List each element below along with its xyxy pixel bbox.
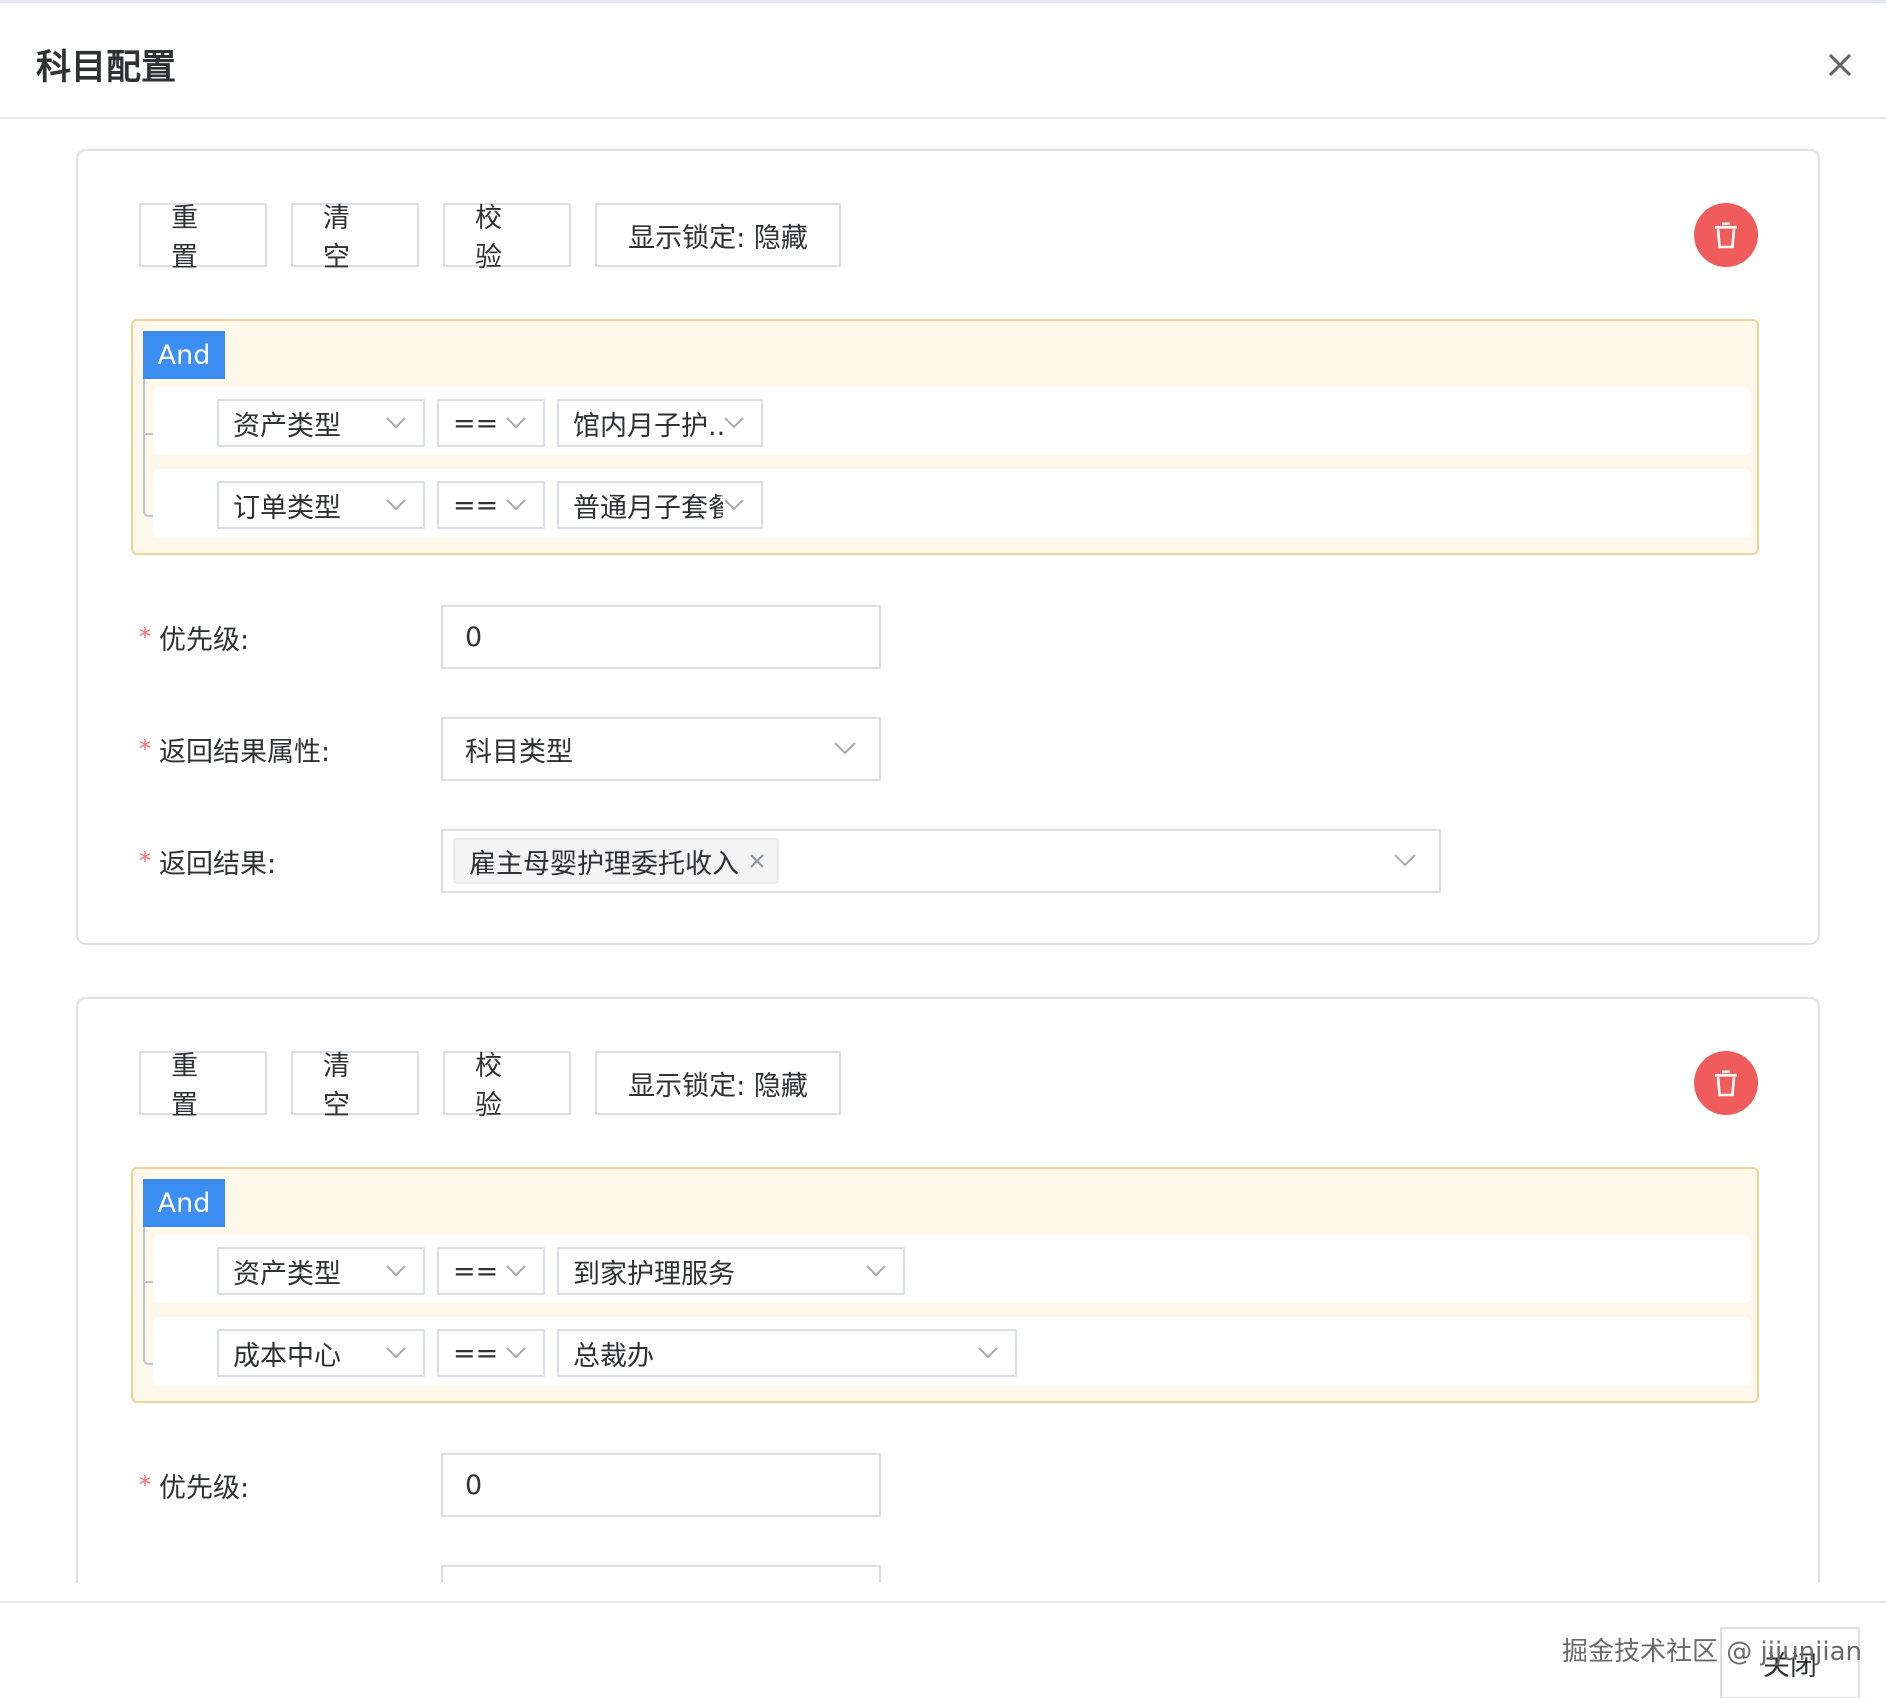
priority-input-value: 0 bbox=[465, 1469, 483, 1501]
dialog-title: 科目配置 bbox=[36, 48, 177, 88]
chevron-down-icon bbox=[506, 499, 526, 511]
operator-select[interactable]: == bbox=[437, 1247, 545, 1295]
condition-group: And 资产类型 == 到家护理服务 成本中心 == 总裁办 bbox=[131, 1167, 1759, 1403]
chevron-down-icon bbox=[866, 1265, 886, 1277]
value-select[interactable]: 馆内月子护... bbox=[557, 399, 763, 447]
field-select[interactable]: 成本中心 bbox=[217, 1329, 425, 1377]
condition-group: And 资产类型 == 馆内月子护... 订单类型 == 普通月子套餐 bbox=[131, 319, 1759, 555]
result-attr-row: * 返回结果属性: 科目类型 bbox=[139, 717, 881, 781]
result-tag: 雇主母婴护理委托收入 bbox=[453, 838, 779, 884]
lock-toggle-button[interactable]: 显示锁定: 隐藏 bbox=[595, 1051, 841, 1115]
operator-select-value: == bbox=[453, 489, 499, 521]
logic-and-tag[interactable]: And bbox=[143, 331, 225, 379]
dialog-body[interactable]: 重置 清空 校验 显示锁定: 隐藏 And 资产类型 == 馆内月子护... 订… bbox=[0, 121, 1886, 1583]
dialog-header: 科目配置 bbox=[0, 3, 1886, 119]
operator-select-value: == bbox=[453, 1255, 499, 1287]
chevron-down-icon bbox=[1394, 854, 1416, 867]
field-select-value: 资产类型 bbox=[233, 410, 341, 442]
chevron-down-icon bbox=[386, 1347, 406, 1359]
card-toolbar: 重置 清空 校验 显示锁定: 隐藏 bbox=[139, 1051, 841, 1121]
trash-icon bbox=[1715, 222, 1737, 249]
condition-row: 成本中心 == 总裁办 bbox=[153, 1317, 1751, 1385]
clear-button[interactable]: 清空 bbox=[291, 1051, 419, 1121]
priority-label: 优先级: bbox=[159, 624, 250, 656]
priority-input[interactable]: 0 bbox=[441, 605, 881, 669]
operator-select[interactable]: == bbox=[437, 481, 545, 529]
chevron-down-icon bbox=[386, 417, 406, 429]
chevron-down-icon bbox=[834, 742, 856, 755]
required-mark: * bbox=[139, 847, 151, 875]
reset-button[interactable]: 重置 bbox=[139, 1051, 267, 1121]
condition-row: 资产类型 == 到家护理服务 bbox=[153, 1235, 1751, 1303]
value-select-value: 普通月子套餐 bbox=[573, 492, 723, 524]
chevron-down-icon bbox=[386, 499, 406, 511]
validate-button[interactable]: 校验 bbox=[443, 203, 571, 273]
condition-row: 资产类型 == 馆内月子护... bbox=[153, 387, 1751, 455]
result-label: 返回结果: bbox=[159, 848, 277, 880]
priority-row: * 优先级: 0 bbox=[139, 605, 881, 669]
value-select-value: 总裁办 bbox=[573, 1340, 654, 1372]
value-select-value: 馆内月子护... bbox=[573, 410, 723, 442]
result-attr-label: 返回结果属性: bbox=[159, 736, 331, 768]
result-tag-label: 雇主母婴护理委托收入 bbox=[469, 848, 739, 880]
rule-card-2: 重置 清空 校验 显示锁定: 隐藏 And 资产类型 == 到家护理服务 成本中… bbox=[76, 997, 1820, 1583]
required-mark: * bbox=[139, 623, 151, 651]
reset-button[interactable]: 重置 bbox=[139, 203, 267, 273]
delete-card-button[interactable] bbox=[1694, 203, 1758, 267]
chevron-down-icon bbox=[506, 1265, 526, 1277]
operator-select[interactable]: == bbox=[437, 399, 545, 447]
required-mark: * bbox=[139, 1471, 151, 1499]
result-row: * 返回结果: 雇主母婴护理委托收入 bbox=[139, 829, 1441, 893]
result-attr-value: 科目类型 bbox=[465, 736, 573, 768]
logic-and-tag[interactable]: And bbox=[143, 1179, 225, 1227]
field-select-value: 成本中心 bbox=[233, 1340, 341, 1372]
field-select[interactable]: 资产类型 bbox=[217, 1247, 425, 1295]
field-select[interactable]: 资产类型 bbox=[217, 399, 425, 447]
delete-card-button[interactable] bbox=[1694, 1051, 1758, 1115]
priority-label: 优先级: bbox=[159, 1472, 250, 1504]
chevron-down-icon bbox=[506, 1347, 526, 1359]
clear-button[interactable]: 清空 bbox=[291, 203, 419, 273]
required-mark: * bbox=[139, 735, 151, 763]
condition-row: 订单类型 == 普通月子套餐 bbox=[153, 469, 1751, 537]
value-select[interactable]: 普通月子套餐 bbox=[557, 481, 763, 529]
operator-select-value: == bbox=[453, 1337, 499, 1369]
validate-button[interactable]: 校验 bbox=[443, 1051, 571, 1121]
tag-close-icon[interactable] bbox=[747, 851, 767, 871]
dialog-footer: 关闭 掘金技术社区 @ jijunjian bbox=[0, 1601, 1886, 1698]
rule-card-1: 重置 清空 校验 显示锁定: 隐藏 And 资产类型 == 馆内月子护... 订… bbox=[76, 149, 1820, 945]
value-select[interactable]: 总裁办 bbox=[557, 1329, 1017, 1377]
config-dialog: 科目配置 重置 清空 校验 显示锁定: 隐藏 And 资产类型 == 馆内月子护… bbox=[0, 0, 1886, 1698]
chevron-down-icon bbox=[506, 417, 526, 429]
operator-select[interactable]: == bbox=[437, 1329, 545, 1377]
field-select[interactable]: 订单类型 bbox=[217, 481, 425, 529]
chevron-down-icon bbox=[724, 417, 744, 429]
value-select-value: 到家护理服务 bbox=[573, 1258, 735, 1290]
lock-toggle-button[interactable]: 显示锁定: 隐藏 bbox=[595, 203, 841, 267]
result-attr-select[interactable] bbox=[441, 1565, 881, 1583]
trash-icon bbox=[1715, 1070, 1737, 1097]
close-icon[interactable] bbox=[1822, 47, 1858, 83]
field-select-value: 资产类型 bbox=[233, 1258, 341, 1290]
result-multi-select[interactable]: 雇主母婴护理委托收入 bbox=[441, 829, 1441, 893]
chevron-down-icon bbox=[386, 1265, 406, 1277]
result-attr-select[interactable]: 科目类型 bbox=[441, 717, 881, 781]
value-select[interactable]: 到家护理服务 bbox=[557, 1247, 905, 1295]
chevron-down-icon bbox=[978, 1347, 998, 1359]
operator-select-value: == bbox=[453, 407, 499, 439]
priority-row: * 优先级: 0 bbox=[139, 1453, 881, 1517]
field-select-value: 订单类型 bbox=[233, 492, 341, 524]
watermark: 掘金技术社区 @ jijunjian bbox=[1562, 1637, 1863, 1667]
priority-input[interactable]: 0 bbox=[441, 1453, 881, 1517]
chevron-down-icon bbox=[724, 499, 744, 511]
card-toolbar: 重置 清空 校验 显示锁定: 隐藏 bbox=[139, 203, 841, 273]
priority-input-value: 0 bbox=[465, 621, 483, 653]
